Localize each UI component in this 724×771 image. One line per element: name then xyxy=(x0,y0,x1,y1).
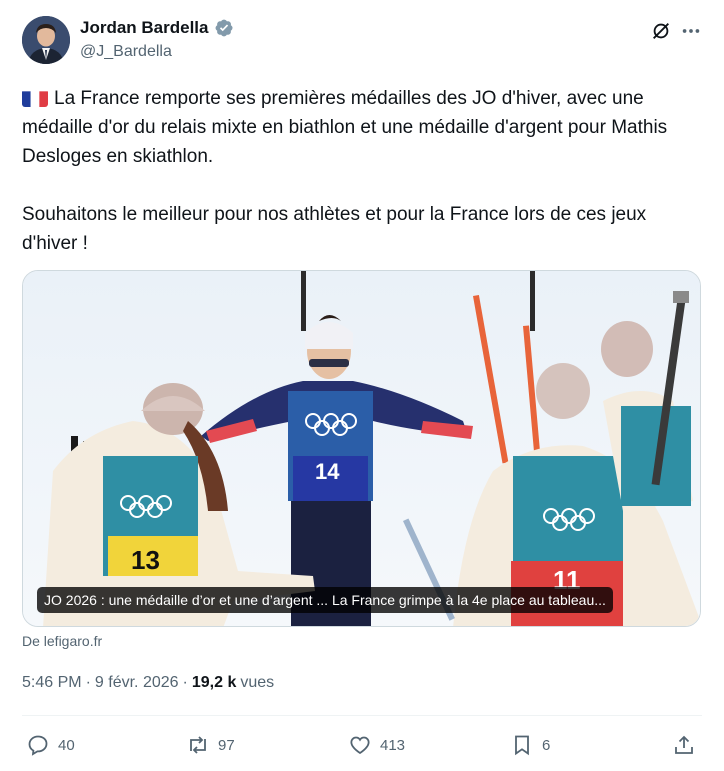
views-label: vues xyxy=(240,674,275,691)
card-source[interactable]: De lefigaro.fr xyxy=(22,633,102,649)
bookmark-button[interactable]: 6 xyxy=(510,730,550,760)
reply-button[interactable]: 40 xyxy=(26,730,75,760)
bib-center: 14 xyxy=(315,459,340,484)
more-options-icon[interactable] xyxy=(680,20,702,42)
bib-left: 13 xyxy=(131,545,160,575)
action-bar: 40 97 413 6 xyxy=(22,730,702,760)
grok-icon[interactable] xyxy=(650,20,672,42)
bookmark-count: 6 xyxy=(542,736,551,754)
tweet-paragraph-1-text: La France remporte ses premières médaill… xyxy=(22,88,668,167)
tweet-paragraph-2: Souhaitons le meilleur pour nos athlètes… xyxy=(22,204,647,254)
like-button[interactable]: 413 xyxy=(348,730,405,760)
views-count: 19,2 k xyxy=(191,674,237,691)
like-count: 413 xyxy=(380,736,406,754)
france-flag-icon xyxy=(22,89,48,107)
avatar[interactable] xyxy=(22,16,70,64)
card-photo: 14 13 11 xyxy=(23,271,700,626)
reply-icon xyxy=(28,735,48,756)
name-row: Jordan Bardella xyxy=(80,18,234,38)
divider xyxy=(22,715,702,716)
reply-count: 40 xyxy=(58,736,75,754)
tweet-time[interactable]: 5:46 PM xyxy=(22,674,82,692)
card-caption: JO 2026 : une médaille d’or et une d’arg… xyxy=(37,587,613,613)
share-button[interactable] xyxy=(672,730,696,760)
tweet-text: La France remporte ses premières médaill… xyxy=(22,84,702,258)
link-card[interactable]: 14 13 11 JO 2026: une médaille d’or et … xyxy=(22,270,701,627)
author-handle[interactable]: @J_Bardella xyxy=(80,43,172,61)
tweet-header: Jordan Bardella @J_Bardella xyxy=(22,16,702,68)
author-display-name[interactable]: Jordan Bardella xyxy=(80,18,209,38)
verified-badge-icon xyxy=(214,18,234,38)
repost-icon xyxy=(190,736,206,754)
repost-count: 97 xyxy=(218,736,235,754)
tweet-meta: 5:46 PM · 9 févr. 2026 · 19,2 k vues xyxy=(22,674,274,692)
meta-separator: · xyxy=(85,674,91,691)
repost-button[interactable]: 97 xyxy=(186,730,235,760)
share-icon xyxy=(675,735,693,754)
tweet-paragraph-1: La France remporte ses premières médaill… xyxy=(22,84,702,171)
heart-icon xyxy=(350,736,370,755)
avatar-image xyxy=(22,16,70,64)
tweet-date[interactable]: 9 févr. 2026 xyxy=(95,674,179,692)
bookmark-icon xyxy=(515,735,529,756)
meta-separator: · xyxy=(182,674,188,691)
tweet-container: Jordan Bardella @J_Bardella La France re… xyxy=(0,0,724,771)
